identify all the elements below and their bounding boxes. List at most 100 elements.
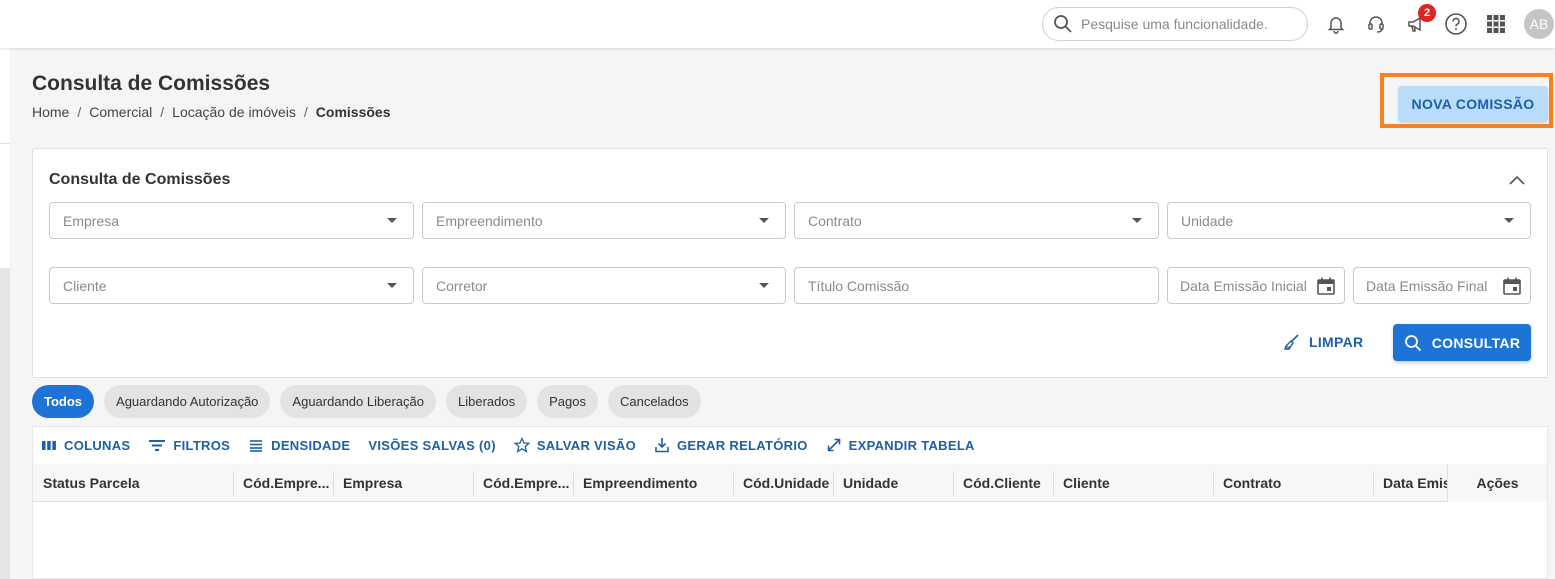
data-inicial-placeholder: Data Emissão Inicial <box>1180 277 1307 294</box>
corretor-select[interactable]: Corretor <box>422 267 786 304</box>
filter-card-title: Consulta de Comissões <box>49 171 231 188</box>
expand-table-label: EXPANDIR TABELA <box>848 437 975 453</box>
chevron-up-icon[interactable] <box>1507 171 1527 191</box>
columns-icon <box>42 441 56 450</box>
data-final-placeholder: Data Emissão Final <box>1366 277 1488 294</box>
dropdown-arrow-icon <box>387 218 397 223</box>
column-header[interactable]: Cód.Empre... <box>483 464 571 502</box>
column-header[interactable]: Empreendimento <box>583 464 728 502</box>
left-rail <box>0 48 10 579</box>
results-table: COLUNAS FILTROS DENSIDADE VISÕES SALVAS … <box>32 426 1548 579</box>
column-header[interactable]: Empresa <box>343 464 473 502</box>
column-separator[interactable] <box>1213 471 1214 495</box>
dropdown-arrow-icon <box>759 283 769 288</box>
empresa-placeholder: Empresa <box>63 212 120 229</box>
search-box[interactable] <box>1042 7 1308 41</box>
filters-button[interactable]: FILTROS <box>148 437 230 453</box>
breadcrumb-home[interactable]: Home <box>32 104 69 120</box>
calendar-icon[interactable] <box>1316 276 1336 296</box>
empreendimento-placeholder: Empreendimento <box>436 212 543 229</box>
apps-grid-icon[interactable] <box>1484 12 1508 36</box>
column-header[interactable]: Status Parcela <box>43 464 228 502</box>
breadcrumb-separator: / <box>160 104 165 120</box>
column-separator[interactable] <box>573 471 574 495</box>
columns-button[interactable]: COLUNAS <box>41 437 130 453</box>
data-emissao-final-input[interactable]: Data Emissão Final <box>1353 267 1531 304</box>
save-view-button[interactable]: SALVAR VISÃO <box>513 437 637 453</box>
titulo-placeholder: Título Comissão <box>808 277 910 294</box>
generate-report-label: GERAR RELATÓRIO <box>677 437 808 453</box>
headset-icon[interactable] <box>1364 12 1388 36</box>
clear-button[interactable]: LIMPAR <box>1283 325 1363 359</box>
column-separator[interactable] <box>1373 471 1374 495</box>
chip-aguardando-liberacao[interactable]: Aguardando Liberação <box>280 385 436 418</box>
chip-cancelados[interactable]: Cancelados <box>607 385 701 418</box>
cliente-select[interactable]: Cliente <box>49 267 414 304</box>
column-separator[interactable] <box>953 471 954 495</box>
density-icon <box>250 440 263 452</box>
bell-icon[interactable] <box>1324 12 1348 36</box>
chip-pagos[interactable]: Pagos <box>537 385 598 418</box>
density-label: DENSIDADE <box>271 437 351 453</box>
breadcrumb-separator: / <box>303 104 308 120</box>
generate-report-button[interactable]: GERAR RELATÓRIO <box>654 437 808 453</box>
data-emissao-inicial-input[interactable]: Data Emissão Inicial <box>1167 267 1345 304</box>
rail-shade <box>0 268 10 579</box>
contrato-select[interactable]: Contrato <box>794 202 1159 239</box>
corretor-placeholder: Corretor <box>436 277 488 294</box>
column-separator[interactable] <box>733 471 734 495</box>
density-button[interactable]: DENSIDADE <box>248 437 350 453</box>
status-chips: Todos Aguardando Autorização Aguardando … <box>32 385 701 418</box>
empreendimento-select[interactable]: Empreendimento <box>422 202 786 239</box>
column-header[interactable]: Cód.Unidade <box>743 464 833 502</box>
column-separator[interactable] <box>1053 471 1054 495</box>
expand-icon <box>827 438 840 452</box>
consult-button[interactable]: CONSULTAR <box>1393 324 1531 361</box>
filter-card: Consulta de Comissões Empresa Empreendim… <box>32 148 1548 378</box>
column-header[interactable]: Data Emis <box>1383 464 1447 502</box>
new-commission-button[interactable]: NOVA COMISSÃO <box>1398 86 1548 122</box>
dropdown-arrow-icon <box>759 218 769 223</box>
table-header: Status Parcela Cód.Empre... Empresa Cód.… <box>33 464 1547 502</box>
expand-table-button[interactable]: EXPANDIR TABELA <box>826 437 975 453</box>
column-separator[interactable] <box>473 471 474 495</box>
chip-aguardando-autorizacao[interactable]: Aguardando Autorização <box>104 385 271 418</box>
dropdown-arrow-icon <box>387 283 397 288</box>
consult-label: CONSULTAR <box>1431 334 1521 351</box>
notification-badge: 2 <box>1418 4 1436 22</box>
column-header[interactable]: Contrato <box>1223 464 1368 502</box>
avatar[interactable]: AB <box>1524 9 1554 39</box>
column-header[interactable]: Unidade <box>843 464 948 502</box>
table-toolbar: COLUNAS FILTROS DENSIDADE VISÕES SALVAS … <box>41 437 975 453</box>
breadcrumb-comercial[interactable]: Comercial <box>89 104 152 120</box>
dropdown-arrow-icon <box>1504 218 1514 223</box>
saved-views-label: VISÕES SALVAS (0) <box>368 437 496 453</box>
column-header[interactable]: Cliente <box>1063 464 1188 502</box>
unidade-select[interactable]: Unidade <box>1167 202 1531 239</box>
broom-icon <box>1284 334 1299 350</box>
chip-todos[interactable]: Todos <box>32 385 95 418</box>
cliente-placeholder: Cliente <box>63 277 107 294</box>
column-separator[interactable] <box>233 471 234 495</box>
calendar-icon[interactable] <box>1502 276 1522 296</box>
column-header[interactable]: Cód.Cliente <box>963 464 1051 502</box>
breadcrumb-locacao[interactable]: Locação de imóveis <box>172 104 296 120</box>
unidade-placeholder: Unidade <box>1181 212 1234 229</box>
save-view-label: SALVAR VISÃO <box>536 437 637 453</box>
columns-label: COLUNAS <box>64 437 131 453</box>
contrato-placeholder: Contrato <box>808 212 862 229</box>
help-icon[interactable] <box>1444 12 1468 36</box>
column-header[interactable]: Cód.Empre... <box>243 464 331 502</box>
star-icon <box>513 437 530 453</box>
column-separator[interactable] <box>333 471 334 495</box>
saved-views-button[interactable]: VISÕES SALVAS (0) <box>368 437 495 453</box>
empresa-select[interactable]: Empresa <box>49 202 414 239</box>
chip-liberados[interactable]: Liberados <box>445 385 528 418</box>
page-title: Consulta de Comissões <box>32 72 271 95</box>
breadcrumb-separator: / <box>77 104 82 120</box>
search-icon <box>1054 15 1072 33</box>
download-icon <box>655 438 669 453</box>
search-input[interactable] <box>1081 16 1291 32</box>
titulo-comissao-input[interactable]: Título Comissão <box>794 267 1159 304</box>
column-separator[interactable] <box>833 471 834 495</box>
